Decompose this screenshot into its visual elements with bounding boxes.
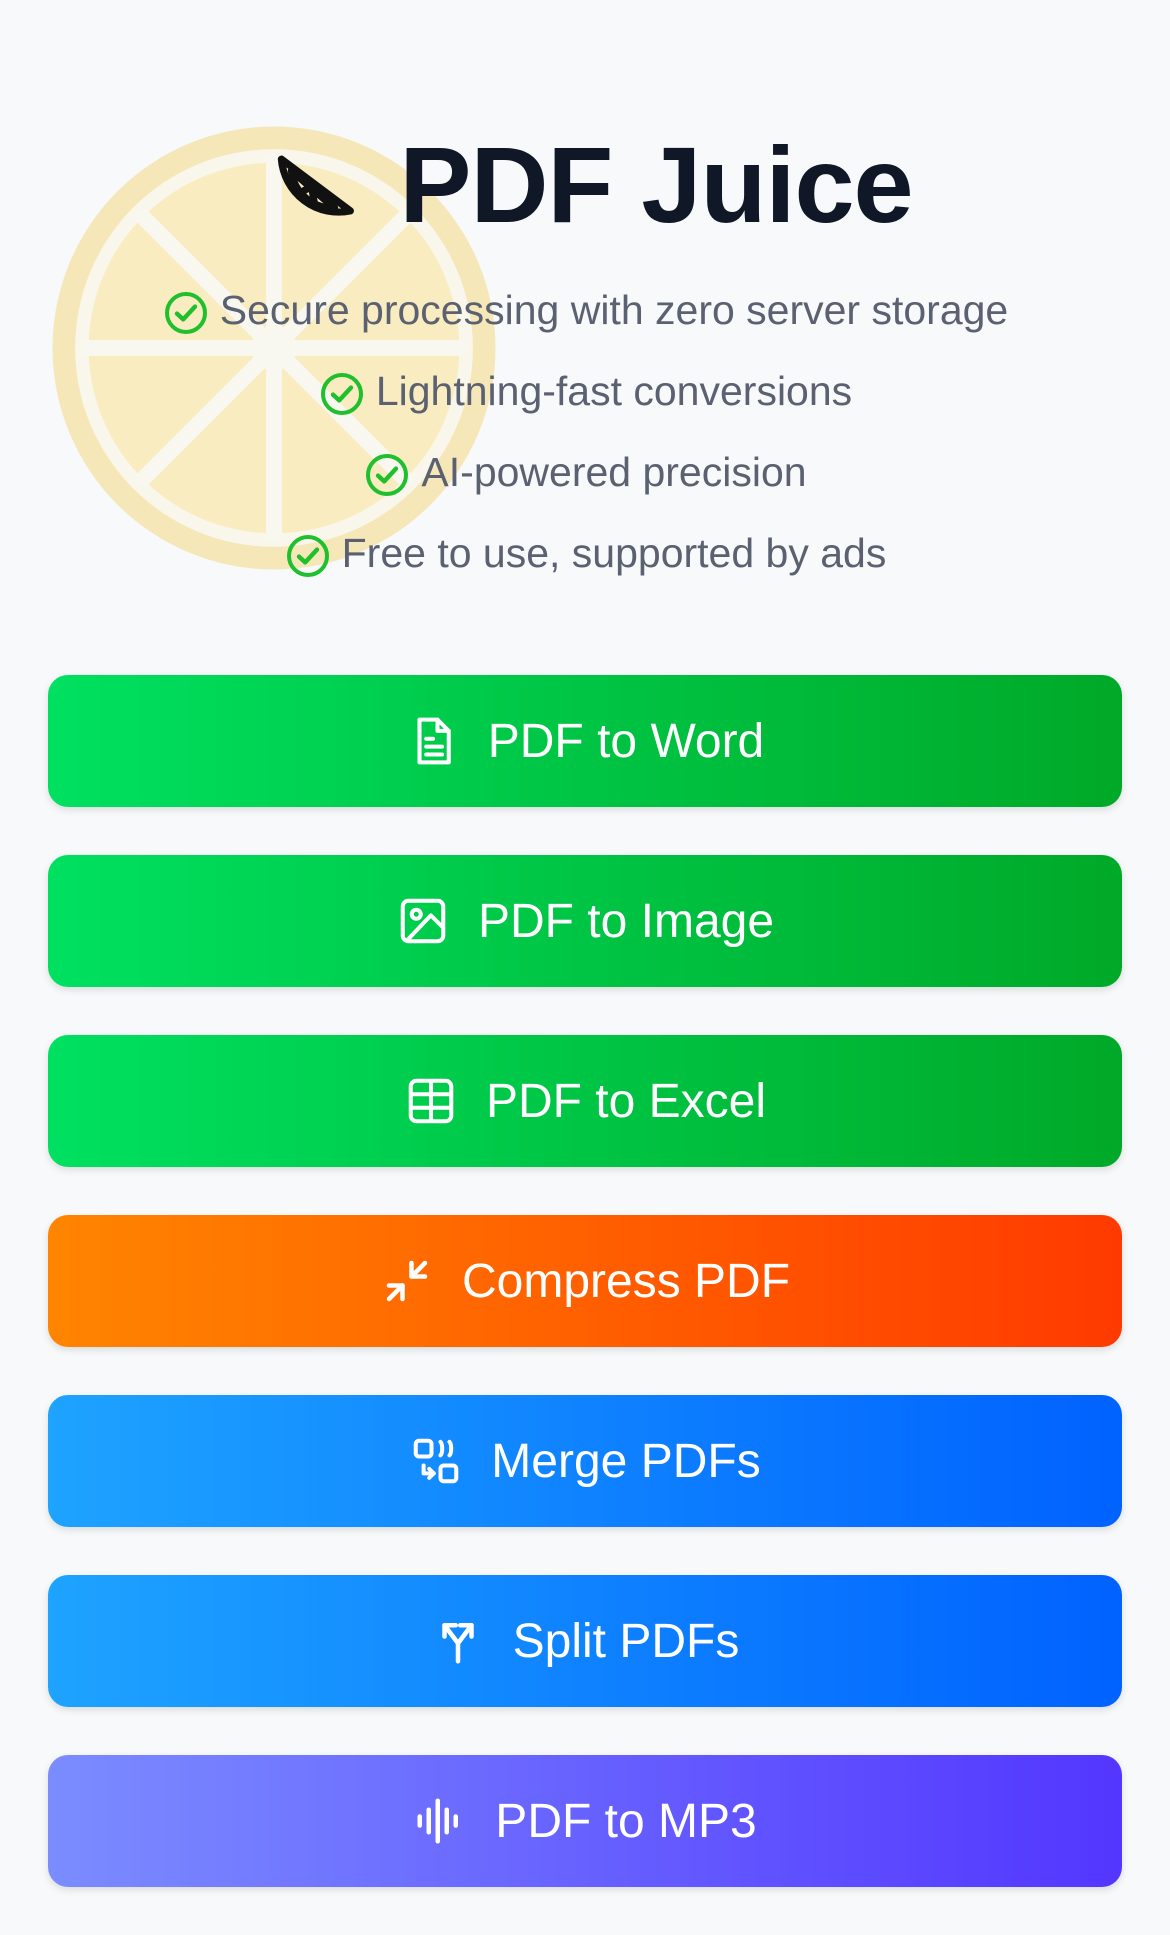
feature-item: Secure processing with zero server stora… [162,270,1008,351]
split-pdfs-label: Split PDFs [512,1614,740,1668]
compress-arrows-icon [386,1260,428,1302]
app-header: PDF Juice [0,120,1170,250]
split-pdfs-button[interactable]: Split PDFs [48,1575,1122,1707]
merge-pdfs-button[interactable]: Merge PDFs [48,1395,1122,1527]
feature-text: Lightning-fast conversions [375,368,853,414]
check-circle-icon [286,534,329,577]
feature-item: Lightning-fast conversions [318,351,852,432]
check-circle-icon [320,372,363,415]
lemon-logo-icon [278,155,355,216]
check-circle-icon [164,291,207,334]
compress-pdf-label: Compress PDF [461,1254,791,1308]
hero-section: PDF Juice Secure processing with zero se… [0,0,1170,620]
document-icon [417,717,451,765]
merge-icon [414,1438,459,1484]
pdf-to-excel-label: PDF to Excel [485,1074,767,1128]
split-icon [441,1623,474,1664]
pdf-to-mp3-button[interactable]: PDF to MP3 [48,1755,1122,1887]
feature-text: AI-powered precision [421,449,807,495]
pdf-to-image-label: PDF to Image [477,894,775,948]
pdf-to-image-button[interactable]: PDF to Image [48,855,1122,987]
pdf-to-excel-button[interactable]: PDF to Excel [48,1035,1122,1167]
feature-text: Secure processing with zero server stora… [219,287,1009,333]
pdf-to-word-label: PDF to Word [487,714,765,768]
compress-pdf-button[interactable]: Compress PDF [48,1215,1122,1347]
feature-item: AI-powered precision [363,432,807,513]
check-circle-icon [366,453,409,496]
action-list: PDF to Word PDF to Image PDF to Excel Co… [48,675,1122,1935]
feature-item: Free to use, supported by ads [284,513,887,594]
table-icon [408,1078,454,1124]
app-title: PDF Juice [399,124,913,245]
audio-waveform-icon [417,1798,459,1844]
image-icon [400,898,446,944]
merge-pdfs-label: Merge PDFs [491,1434,761,1488]
pdf-to-word-button[interactable]: PDF to Word [48,675,1122,807]
feature-text: Free to use, supported by ads [341,530,887,576]
feature-list: Secure processing with zero server stora… [0,270,1170,594]
pdf-to-mp3-label: PDF to MP3 [495,1794,757,1848]
